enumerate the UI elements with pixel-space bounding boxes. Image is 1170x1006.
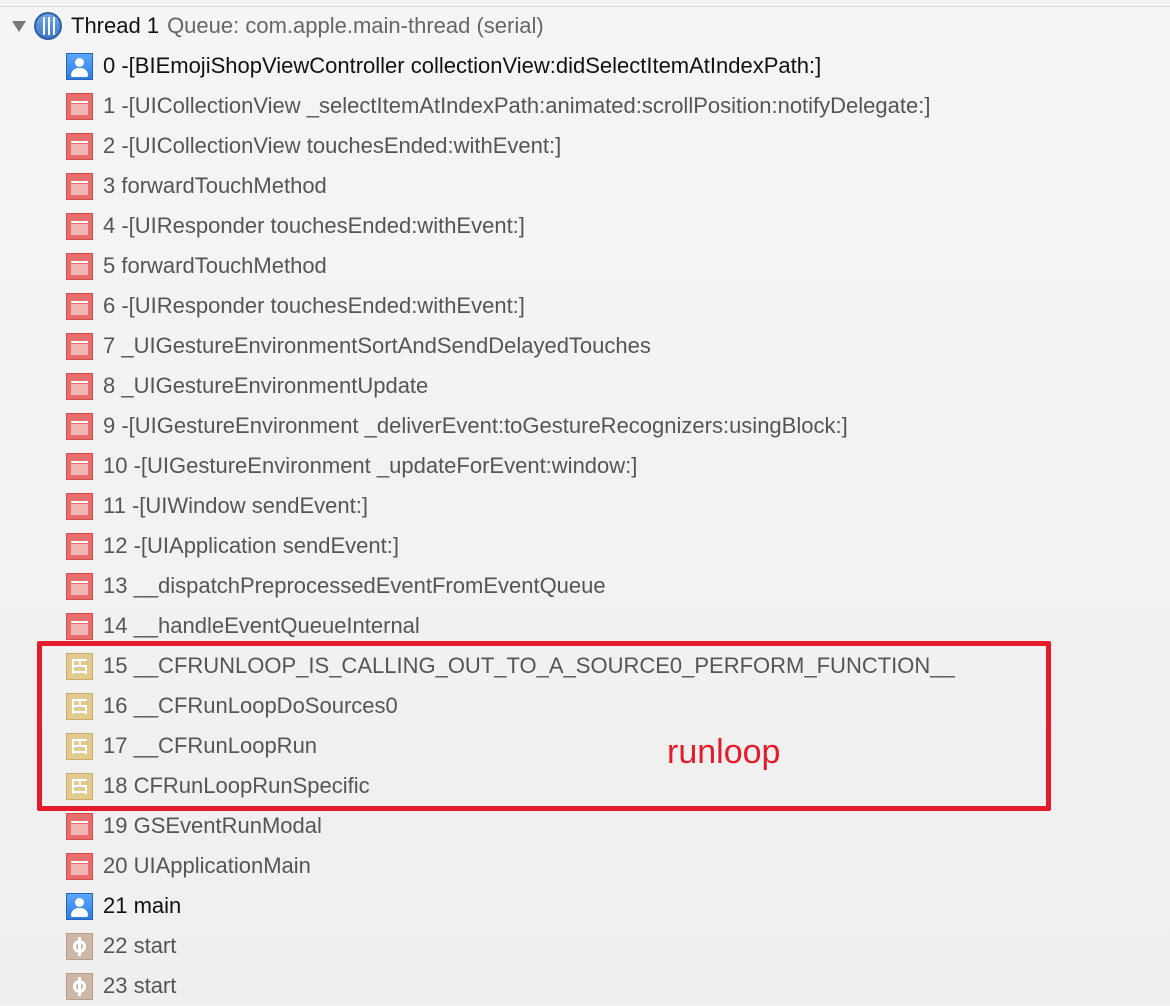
system-icon [66, 932, 93, 960]
stack-frame-row[interactable]: 22 start [0, 926, 1170, 966]
stack-frame-row[interactable]: 21 main [0, 886, 1170, 926]
disclosure-triangle-icon[interactable] [12, 20, 26, 32]
stack-frame-row[interactable]: 13 __dispatchPreprocessedEventFromEventQ… [0, 566, 1170, 606]
stack-frame-row[interactable]: 1 -[UICollectionView _selectItemAtIndexP… [0, 86, 1170, 126]
stack-frame-row[interactable]: 4 -[UIResponder touchesEnded:withEvent:] [0, 206, 1170, 246]
stack-frame-row[interactable]: 14 __handleEventQueueInternal [0, 606, 1170, 646]
stack-frame-label: 22 start [103, 933, 177, 958]
framework-icon [66, 172, 93, 200]
stack-frame-label: 9 -[UIGestureEnvironment _deliverEvent:t… [103, 413, 848, 438]
stack-frame-label: 3 forwardTouchMethod [103, 173, 327, 198]
framework-icon [66, 292, 93, 320]
runloop-annotation-label: runloop [667, 733, 781, 771]
stack-frame-row[interactable]: 0 -[BIEmojiShopViewController collection… [0, 46, 1170, 86]
stack-frame-row[interactable]: 9 -[UIGestureEnvironment _deliverEvent:t… [0, 406, 1170, 446]
framework-icon [66, 372, 93, 400]
framework-icon [66, 412, 93, 440]
stack-frame-row[interactable]: 10 -[UIGestureEnvironment _updateForEven… [0, 446, 1170, 486]
framework-icon [66, 212, 93, 240]
system-icon [66, 972, 93, 1000]
stack-frame-row[interactable]: 6 -[UIResponder touchesEnded:withEvent:] [0, 286, 1170, 326]
stack-frame-label: 7 _UIGestureEnvironmentSortAndSendDelaye… [103, 333, 651, 358]
framework-icon [66, 812, 93, 840]
user-code-icon [66, 892, 93, 920]
stack-frame-label: 5 forwardTouchMethod [103, 253, 327, 278]
stack-frame-label: 23 start [103, 973, 177, 998]
stack-frame-label: 8 _UIGestureEnvironmentUpdate [103, 373, 429, 398]
stack-frames-list: 0 -[BIEmojiShopViewController collection… [0, 46, 1170, 1006]
stack-frame-row[interactable]: 8 _UIGestureEnvironmentUpdate [0, 366, 1170, 406]
framework-icon [66, 252, 93, 280]
stack-frame-label: 20 UIApplicationMain [103, 853, 311, 878]
framework-icon [66, 332, 93, 360]
thread-icon [34, 12, 62, 40]
runloop-highlight-box [37, 641, 1051, 811]
framework-icon [66, 92, 93, 120]
stack-frame-label: 6 -[UIResponder touchesEnded:withEvent:] [103, 293, 525, 318]
framework-icon [66, 132, 93, 160]
stack-frame-label: 10 -[UIGestureEnvironment _updateForEven… [103, 453, 638, 478]
stack-frame-label: 21 main [103, 893, 182, 918]
stack-frame-label: 12 -[UIApplication sendEvent:] [103, 533, 399, 558]
stack-frame-label: 14 __handleEventQueueInternal [103, 613, 420, 638]
framework-icon [66, 452, 93, 480]
stack-frame-label: 11 -[UIWindow sendEvent:] [103, 493, 368, 518]
framework-icon [66, 612, 93, 640]
thread-row[interactable]: Thread 1 Queue: com.apple.main-thread (s… [0, 6, 1170, 46]
stack-frame-label: 13 __dispatchPreprocessedEventFromEventQ… [103, 573, 606, 598]
user-code-icon [66, 52, 93, 80]
stack-frame-label: 2 -[UICollectionView touchesEnded:withEv… [103, 133, 562, 158]
stack-frame-row[interactable]: 23 start [0, 966, 1170, 1006]
framework-icon [66, 492, 93, 520]
debug-navigator: Thread 1 Queue: com.apple.main-thread (s… [0, 0, 1170, 1004]
stack-frame-label: 1 -[UICollectionView _selectItemAtIndexP… [103, 93, 931, 118]
framework-icon [66, 852, 93, 880]
stack-frame-row[interactable]: 5 forwardTouchMethod [0, 246, 1170, 286]
stack-frame-row[interactable]: 20 UIApplicationMain [0, 846, 1170, 886]
stack-frame-row[interactable]: 12 -[UIApplication sendEvent:] [0, 526, 1170, 566]
stack-frame-row[interactable]: 19 GSEventRunModal [0, 806, 1170, 846]
framework-icon [66, 532, 93, 560]
stack-frame-row[interactable]: 2 -[UICollectionView touchesEnded:withEv… [0, 126, 1170, 166]
thread-title: Thread 1 [71, 13, 160, 38]
stack-frame-row[interactable]: 11 -[UIWindow sendEvent:] [0, 486, 1170, 526]
stack-frame-label: 0 -[BIEmojiShopViewController collection… [103, 53, 822, 78]
stack-frame-row[interactable]: 3 forwardTouchMethod [0, 166, 1170, 206]
framework-icon [66, 572, 93, 600]
stack-frame-row[interactable]: 7 _UIGestureEnvironmentSortAndSendDelaye… [0, 326, 1170, 366]
thread-queue: Queue: com.apple.main-thread (serial) [167, 13, 544, 38]
stack-frame-label: 4 -[UIResponder touchesEnded:withEvent:] [103, 213, 525, 238]
stack-frame-label: 19 GSEventRunModal [103, 813, 322, 838]
